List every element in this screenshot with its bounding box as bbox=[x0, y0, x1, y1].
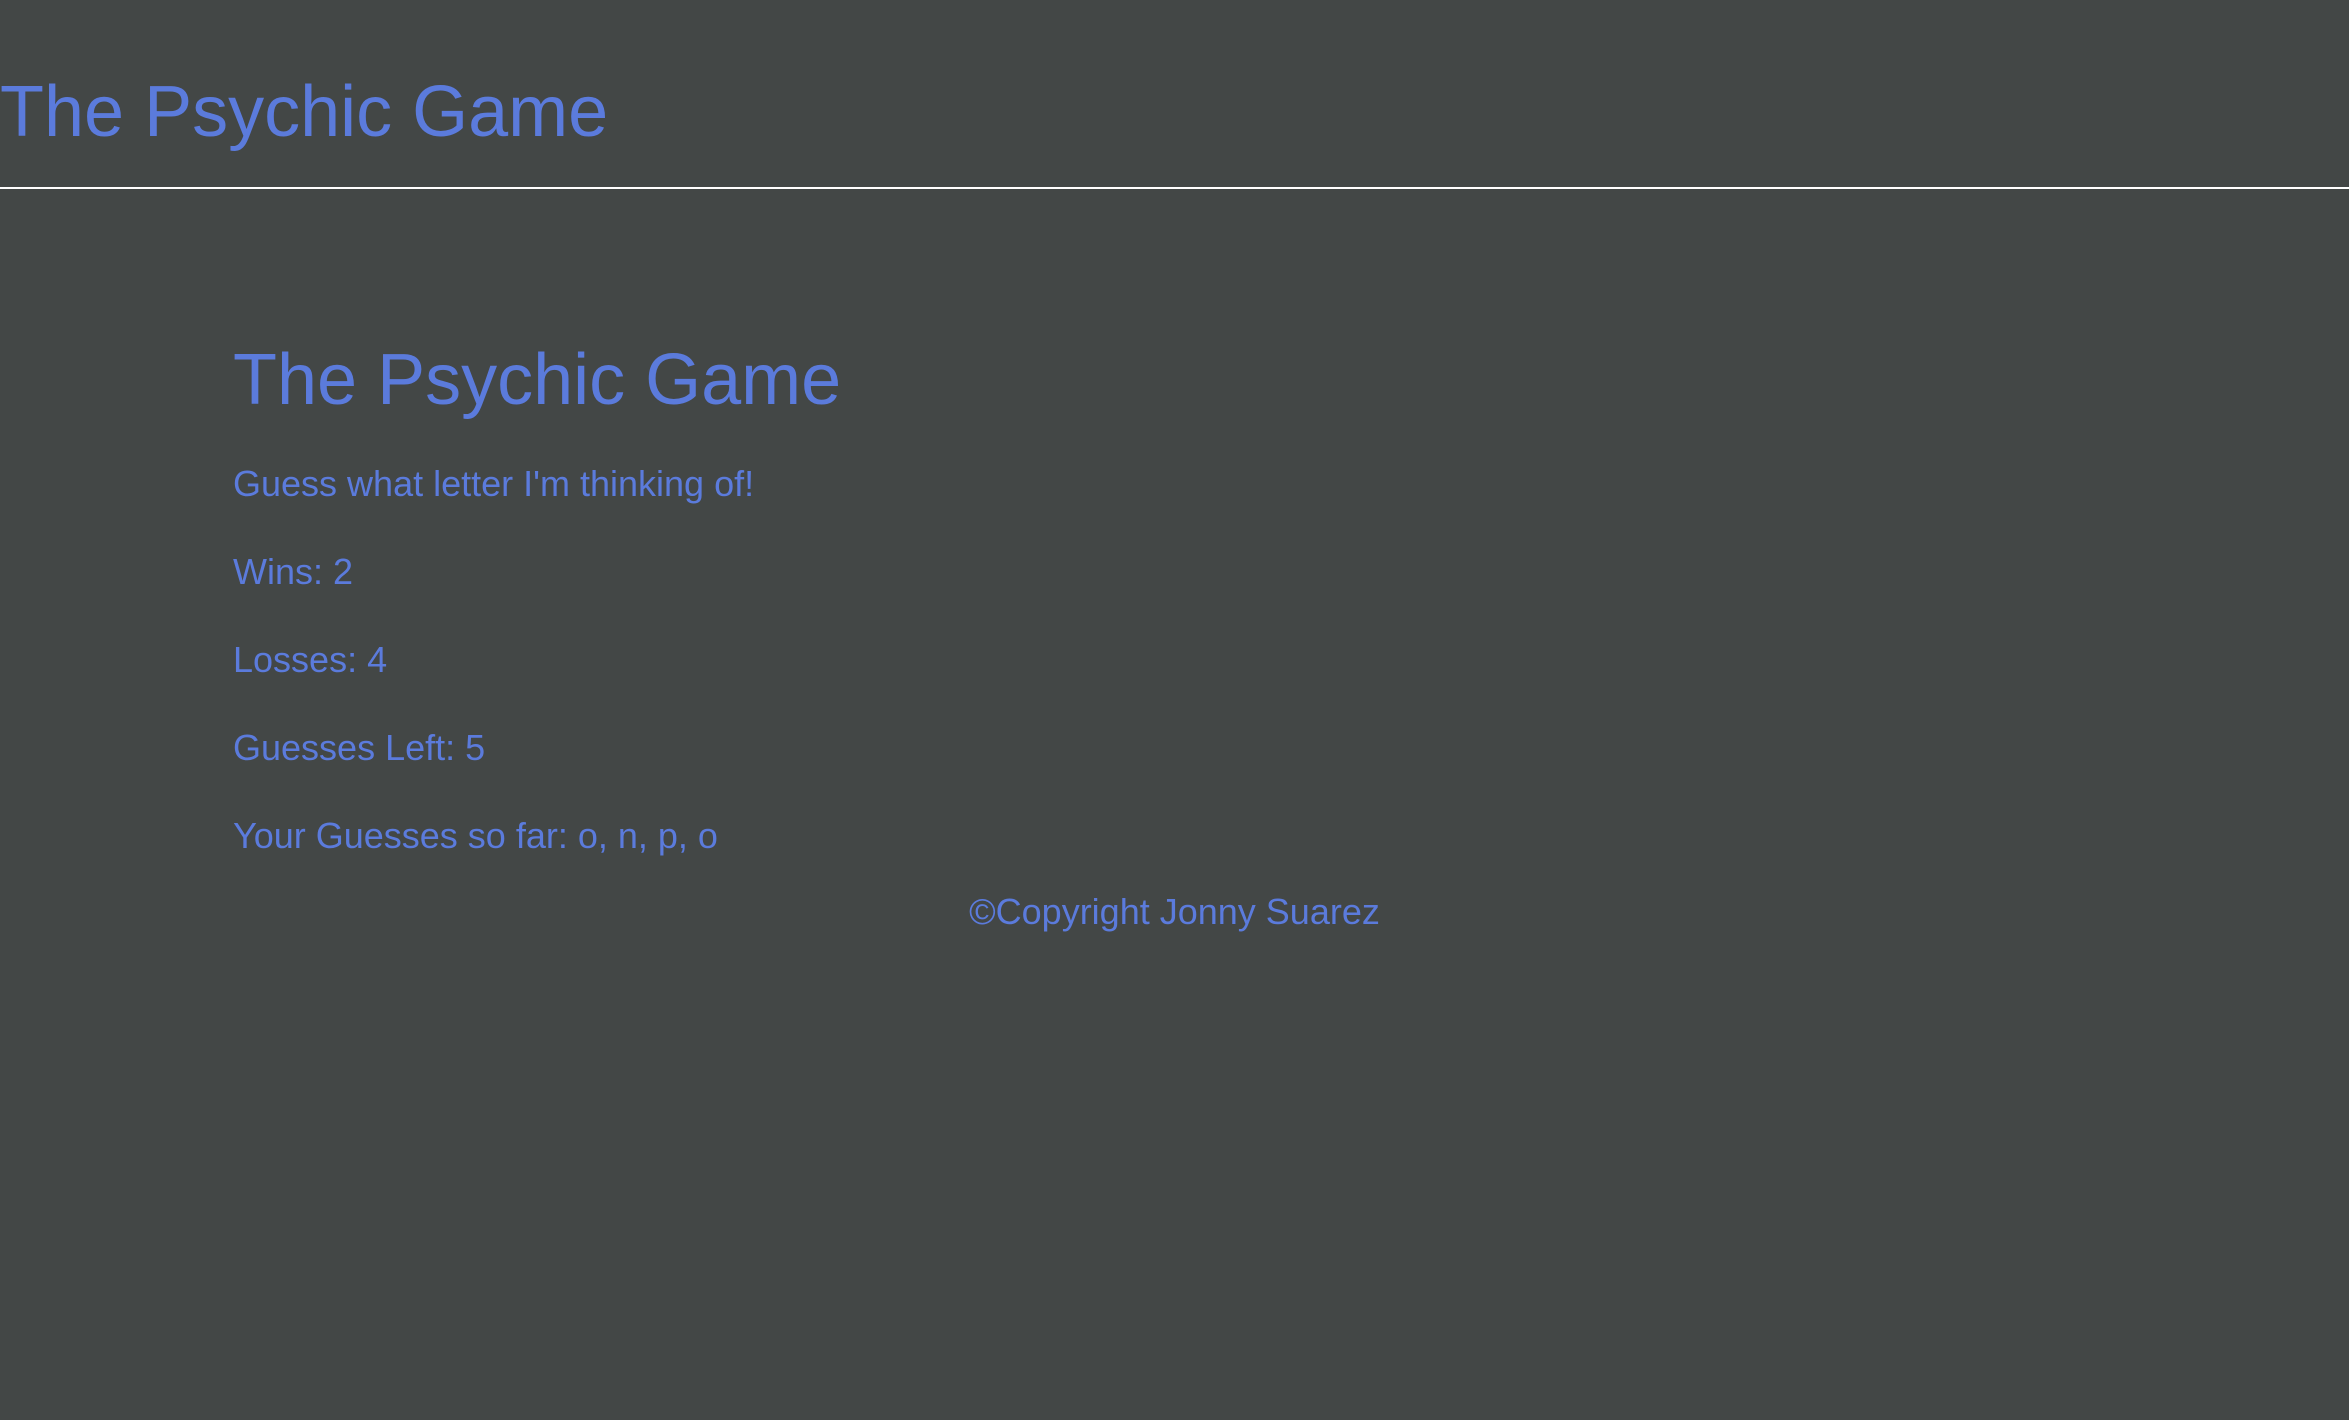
wins-counter: Wins: 2 bbox=[233, 551, 354, 592]
header-divider bbox=[0, 187, 2349, 189]
game-instructions: Guess what letter I'm thinking of! bbox=[233, 463, 755, 504]
guesses-left-counter: Guesses Left: 5 bbox=[233, 727, 486, 768]
page: The Psychic Game The Psychic Game Guess … bbox=[0, 0, 2352, 1420]
game-title: The Psychic Game bbox=[233, 340, 842, 420]
header-title: The Psychic Game bbox=[0, 72, 609, 152]
guesses-so-far: Your Guesses so far: o, n, p, o bbox=[233, 815, 718, 856]
game-panel: The Psychic Game Guess what letter I'm t… bbox=[233, 330, 2113, 860]
footer-copyright: ©Copyright Jonny Suarez bbox=[969, 891, 1380, 932]
site-header: The Psychic Game bbox=[0, 0, 2349, 187]
losses-counter: Losses: 4 bbox=[233, 639, 388, 680]
